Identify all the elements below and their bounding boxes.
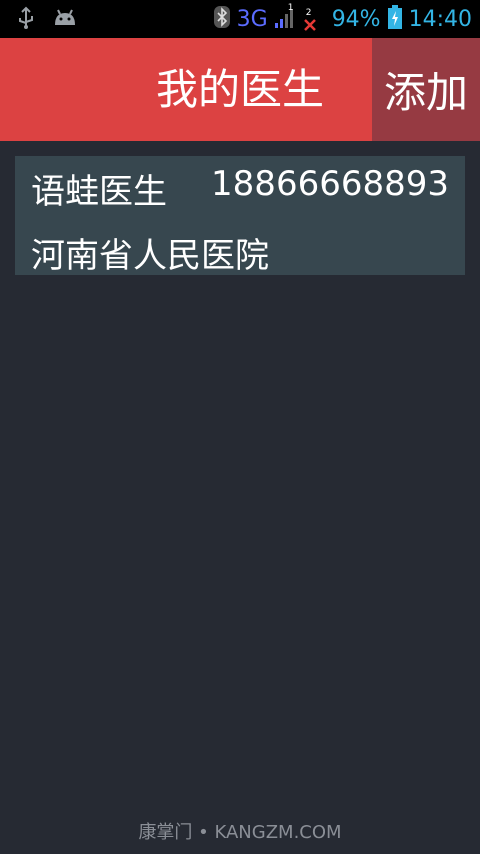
status-bar: 3G 1 2 94% 14:40 — [0, 0, 480, 38]
bluetooth-icon — [213, 5, 231, 33]
doctor-name: 语蛙医生 — [31, 172, 167, 212]
doctor-hospital: 河南省人民医院 — [31, 236, 269, 276]
usb-icon — [16, 6, 36, 34]
doctor-list-item[interactable]: 语蛙医生 18866668893 河南省人民医院 — [15, 156, 465, 276]
signal-2-icon: 2 — [302, 7, 318, 31]
clock: 14:40 — [408, 6, 472, 32]
battery-icon — [387, 4, 403, 34]
watermark: 康掌门 • KANGZM.COM — [138, 822, 342, 843]
android-icon — [52, 7, 78, 33]
add-doctor-button[interactable]: 添加 — [372, 38, 480, 141]
sim-1-badge: 1 — [287, 3, 294, 13]
signal-1-icon: 1 — [274, 3, 296, 33]
doctor-phone: 18866668893 — [211, 164, 449, 204]
battery-percent: 94% — [331, 6, 381, 32]
network-type: 3G — [236, 6, 268, 32]
